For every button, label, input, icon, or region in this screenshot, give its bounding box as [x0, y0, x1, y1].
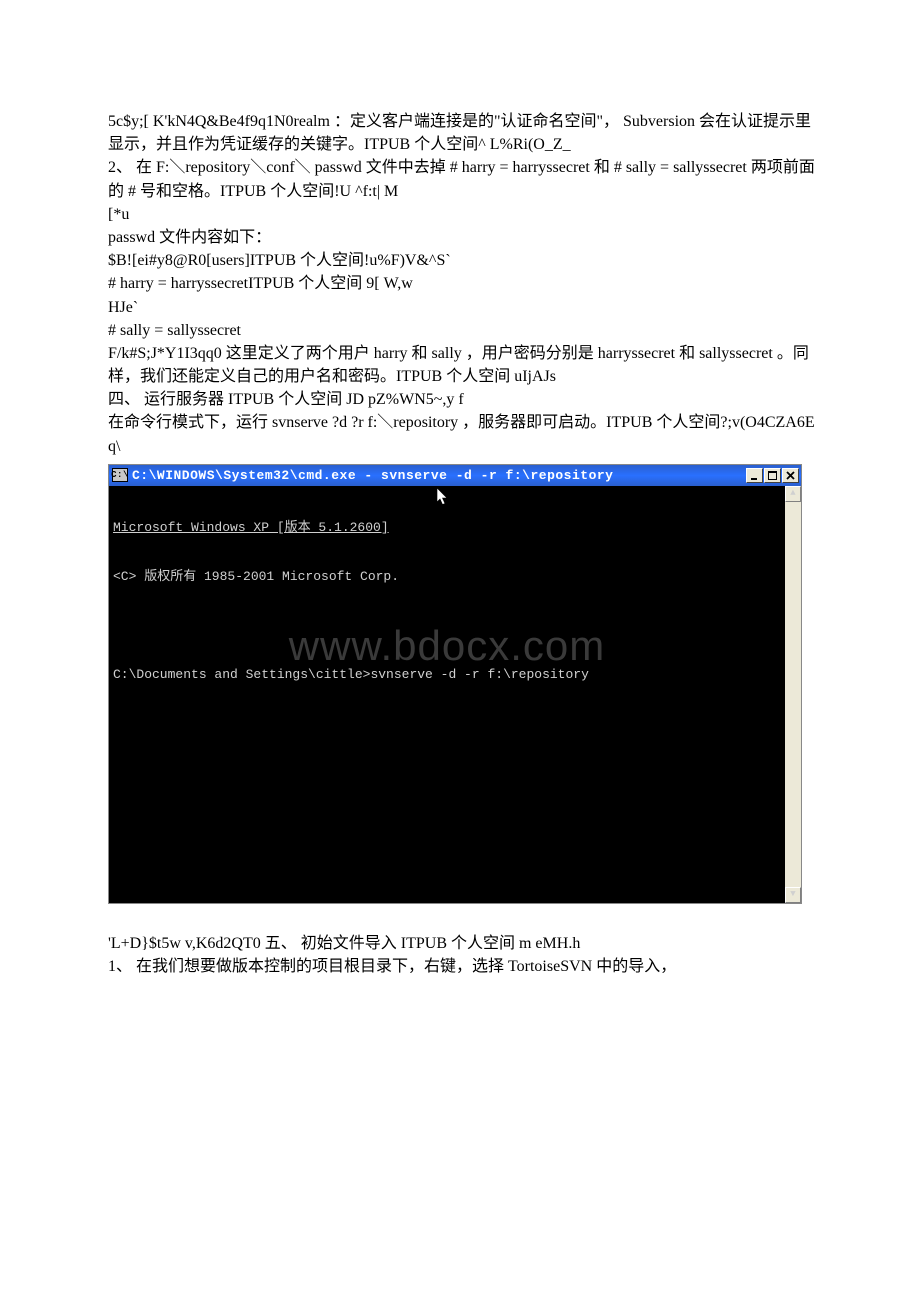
body-text: 5c$y;[ K'kN4Q&Be4f9q1N0realm ：定义客户端连接是的"…	[108, 110, 815, 458]
body-text-after: 'L+D}$t5w v,K6d2QT0 五、 初始文件导入 ITPUB 个人空间…	[108, 932, 815, 978]
cmd-window: C:\ C:\WINDOWS\System32\cmd.exe - svnser…	[108, 464, 802, 904]
scroll-down-button[interactable]: ▼	[785, 887, 801, 903]
paragraph: F/k#S;J*Y1I3qq0 这里定义了两个用户 harry 和 sally …	[108, 342, 815, 388]
scroll-up-button[interactable]: ▲	[785, 486, 801, 502]
paragraph: 'L+D}$t5w v,K6d2QT0 五、 初始文件导入 ITPUB 个人空间…	[108, 932, 815, 955]
maximize-button[interactable]	[764, 468, 781, 483]
paragraph: [*u	[108, 203, 815, 226]
paragraph: HJe`	[108, 296, 815, 319]
paragraph: # sally = sallyssecret	[108, 319, 815, 342]
cmd-icon: C:\	[112, 468, 128, 482]
paragraph: 5c$y;[ K'kN4Q&Be4f9q1N0realm ：定义客户端连接是的"…	[108, 110, 815, 156]
paragraph: 1、 在我们想要做版本控制的项目根目录下，右键，选择 TortoiseSVN 中…	[108, 955, 815, 978]
titlebar[interactable]: C:\ C:\WINDOWS\System32\cmd.exe - svnser…	[109, 465, 801, 486]
scrollbar[interactable]: ▲ ▼	[785, 486, 801, 903]
terminal-body[interactable]: Microsoft Windows XP [版本 5.1.2600] <C> 版…	[109, 486, 801, 903]
terminal-line	[113, 618, 797, 634]
terminal-output: Microsoft Windows XP [版本 5.1.2600] <C> 版…	[109, 486, 801, 718]
paragraph: # harry = harryssecretITPUB 个人空间 9[ W,w	[108, 272, 815, 295]
terminal-line: <C> 版权所有 1985-2001 Microsoft Corp.	[113, 569, 797, 585]
close-button[interactable]	[782, 468, 799, 483]
paragraph: 2、 在 F:＼repository＼conf＼ passwd 文件中去掉 # …	[108, 156, 815, 202]
paragraph: 在命令行模式下，运行 svnserve ?d ?r f:＼repository …	[108, 411, 815, 457]
paragraph: passwd 文件内容如下：	[108, 226, 815, 249]
document-page: 5c$y;[ K'kN4Q&Be4f9q1N0realm ：定义客户端连接是的"…	[0, 0, 920, 1302]
window-buttons	[746, 468, 799, 483]
window-title: C:\WINDOWS\System32\cmd.exe - svnserve -…	[132, 466, 746, 486]
paragraph: 四、 运行服务器 ITPUB 个人空间 JD pZ%WN5~,y f	[108, 388, 815, 411]
scroll-track[interactable]	[785, 502, 801, 887]
terminal-line: Microsoft Windows XP [版本 5.1.2600]	[113, 520, 797, 536]
minimize-button[interactable]	[746, 468, 763, 483]
paragraph: $B![ei#y8@R0[users]ITPUB 个人空间!u%F)V&^S`	[108, 249, 815, 272]
terminal-line: C:\Documents and Settings\cittle>svnserv…	[113, 667, 797, 683]
